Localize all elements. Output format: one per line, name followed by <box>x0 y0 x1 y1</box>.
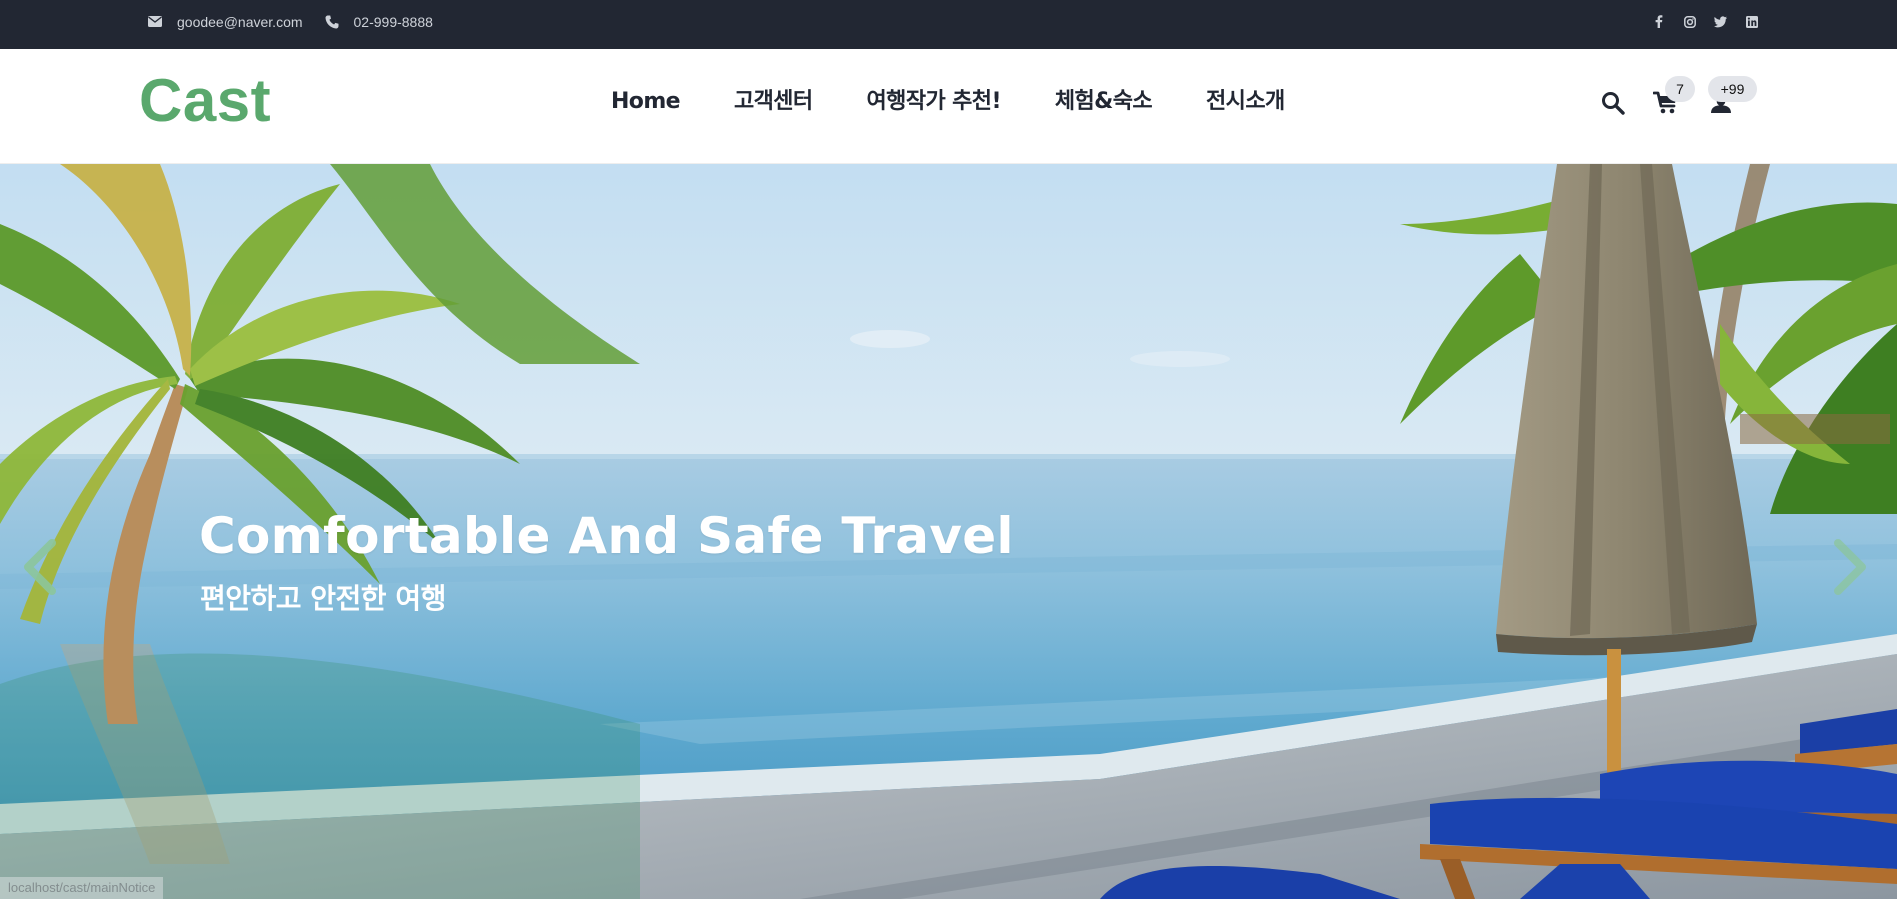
slider-next-button[interactable] <box>1826 534 1876 604</box>
chevron-right-icon <box>1832 539 1870 599</box>
phone-contact[interactable]: 02-999-8888 <box>325 14 433 30</box>
nav-travel-writer[interactable]: 여행작가 추천! <box>840 87 1028 117</box>
hero-title: Comfortable And Safe Travel <box>199 507 1014 565</box>
hero-subtitle: 편안하고 안전한 여행 <box>200 582 446 615</box>
nav-exhibition[interactable]: 전시소개 <box>1179 87 1312 117</box>
main-nav: Home 고객센터 여행작가 추천! 체험&숙소 전시소개 <box>584 87 1312 117</box>
slider-prev-button[interactable] <box>14 534 64 604</box>
envelope-icon <box>148 16 162 27</box>
email-contact[interactable]: goodee@naver.com <box>148 14 303 30</box>
linkedin-icon[interactable] <box>1745 15 1758 28</box>
nav-customer-center[interactable]: 고객센터 <box>707 87 840 117</box>
phone-text[interactable]: 02-999-8888 <box>354 14 433 30</box>
status-bar-url: localhost/cast/mainNotice <box>0 877 164 899</box>
user-count-badge: +99 <box>1708 76 1757 102</box>
cart-count-badge: 7 <box>1665 76 1695 102</box>
chevron-left-icon <box>20 539 58 599</box>
instagram-icon[interactable] <box>1683 15 1696 28</box>
hero-slider: Comfortable And Safe Travel 편안하고 안전한 여행 … <box>0 164 1897 899</box>
social-links <box>1652 0 1758 43</box>
nav-home[interactable]: Home <box>584 87 707 117</box>
twitter-icon[interactable] <box>1714 15 1727 28</box>
contact-info: goodee@naver.com 02-999-8888 <box>148 0 443 43</box>
main-header: Cast Home 고객센터 여행작가 추천! 체험&숙소 전시소개 7 +99 <box>0 49 1897 164</box>
header-actions: 7 +99 <box>1600 76 1760 135</box>
facebook-icon[interactable] <box>1652 15 1665 28</box>
top-bar: goodee@naver.com 02-999-8888 <box>0 0 1897 49</box>
nav-experience-stay[interactable]: 체험&숙소 <box>1028 87 1179 117</box>
search-icon[interactable] <box>1601 91 1625 115</box>
site-logo[interactable]: Cast <box>139 69 271 133</box>
email-text[interactable]: goodee@naver.com <box>177 14 303 30</box>
phone-icon <box>325 15 339 29</box>
